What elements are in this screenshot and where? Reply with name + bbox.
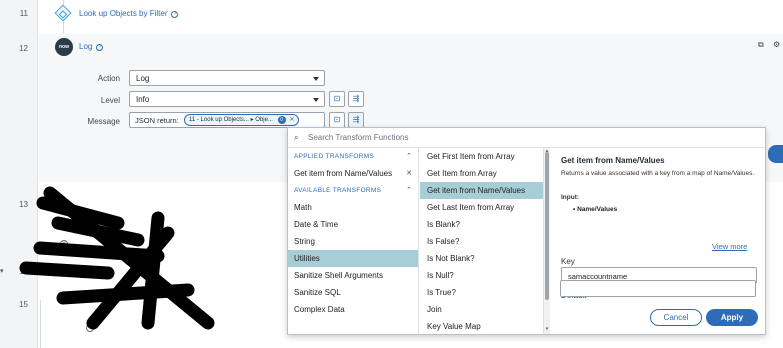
message-field[interactable]: JSON return: 11 - Look up Objects... ▸ O… xyxy=(129,112,325,128)
scribble-stroke xyxy=(51,216,145,247)
data-pill[interactable]: 11 - Look up Objects... ▸ Obje... 0 ✕ xyxy=(184,114,300,126)
default-input-spacer xyxy=(561,301,757,309)
scribble-stroke xyxy=(56,283,195,305)
category-item-date-time[interactable]: Date & Time xyxy=(288,216,418,233)
transform-detail-panel: Get item from Name/Values Returns a valu… xyxy=(545,148,765,334)
row-number-12: 12 xyxy=(19,44,28,53)
category-item-string[interactable]: String xyxy=(288,233,418,250)
message-prefix: JSON return: xyxy=(135,116,179,125)
function-item-selected[interactable]: Get item from Name/Values xyxy=(420,182,543,199)
step-log-title[interactable]: Log? xyxy=(79,42,104,51)
level-select[interactable]: Info xyxy=(129,91,325,107)
transform-count-badge[interactable]: 0 xyxy=(277,116,286,124)
lookup-step-icon xyxy=(54,4,72,22)
now-logo-icon: now xyxy=(55,38,73,56)
transform-icon-active[interactable]: ⇶ xyxy=(348,112,364,128)
transform-search-input[interactable]: ⌕ Search Transform Functions xyxy=(288,128,765,148)
remove-transform-icon[interactable]: ✕ xyxy=(406,169,412,177)
redaction-scribble xyxy=(19,186,215,330)
message-label: Message xyxy=(87,117,120,126)
detail-input-label: Input: xyxy=(561,194,580,201)
remove-pill-icon[interactable]: ✕ xyxy=(289,117,294,123)
function-item[interactable]: Is Null? xyxy=(420,267,543,284)
function-item[interactable]: Join xyxy=(420,301,543,318)
key-label: Key xyxy=(561,257,575,266)
category-item-sanitize-shell[interactable]: Sanitize Shell Arguments xyxy=(288,267,418,284)
cancel-button[interactable]: Cancel xyxy=(650,309,702,326)
scribble-stroke xyxy=(33,241,165,263)
data-pill-picker-icon[interactable]: ⊡ xyxy=(329,91,345,107)
detail-input-item: • Name/Values xyxy=(573,206,618,213)
category-item-math[interactable]: Math xyxy=(288,199,418,216)
view-more-link[interactable]: View more xyxy=(712,242,747,251)
action-select[interactable]: Log xyxy=(129,70,325,86)
step-lookup-title[interactable]: Look up Objects by Filter? xyxy=(79,9,179,18)
function-item[interactable]: Is Not Blank? xyxy=(420,250,543,267)
function-item[interactable]: Is True? xyxy=(420,284,543,301)
transform-functions-column: Get First Item from Array Get Item from … xyxy=(420,148,550,335)
function-item[interactable]: Get Item from Array xyxy=(420,165,543,182)
transform-search-placeholder: Search Transform Functions xyxy=(308,133,409,142)
action-label: Action xyxy=(97,74,120,83)
chevron-up-icon[interactable]: ⌃ xyxy=(406,152,412,160)
scribble-stroke xyxy=(19,261,115,280)
data-pill-text: 11 - Look up Objects... xyxy=(189,117,249,123)
level-label: Level xyxy=(100,96,120,105)
step-lookup-label[interactable]: Look up Objects by Filter xyxy=(79,9,167,18)
function-item[interactable]: Key Value Map xyxy=(420,318,543,335)
applied-transform-label: Get item from Name/Values xyxy=(294,169,393,178)
applied-transform-item[interactable]: Get item from Name/Values xyxy=(288,165,418,182)
step-log-label[interactable]: Log xyxy=(79,42,92,51)
applied-transforms-header: APPLIED TRANSFORMS xyxy=(294,153,375,160)
detail-description: Returns a value associated with a key fr… xyxy=(561,170,755,177)
function-item[interactable]: Get Last Item from Array xyxy=(420,199,543,216)
data-pill-picker-icon[interactable]: ⊡ xyxy=(329,112,345,128)
scribble-stroke xyxy=(141,211,165,330)
chevron-down-icon xyxy=(313,77,319,81)
function-item[interactable]: Is False? xyxy=(420,233,543,250)
settings-icon[interactable]: ⚙ xyxy=(773,40,780,49)
help-icon[interactable]: ? xyxy=(96,44,104,51)
category-item-complex-data[interactable]: Complex Data xyxy=(288,301,418,318)
transform-popover: ⌕ Search Transform Functions APPLIED TRA… xyxy=(287,127,766,335)
detail-input-item-label: Name/Values xyxy=(577,206,618,213)
row-number-11: 11 xyxy=(19,9,28,18)
side-panel-tab[interactable] xyxy=(768,145,783,163)
chevron-down-icon xyxy=(313,98,319,102)
default-input[interactable] xyxy=(560,280,756,297)
function-item[interactable]: Get First Item from Array xyxy=(420,148,543,165)
available-transforms-header: AVAILABLE TRANSFORMS xyxy=(294,187,382,194)
copy-icon[interactable]: ⧉ xyxy=(758,40,764,50)
transform-categories-column: APPLIED TRANSFORMS ⌃ Get item from Name/… xyxy=(288,148,419,334)
category-item-sanitize-sql[interactable]: Sanitize SQL xyxy=(288,284,418,301)
level-value: Info xyxy=(136,95,150,104)
chevron-up-icon[interactable]: ⌃ xyxy=(406,186,412,194)
data-pill-sub: Obje... xyxy=(255,117,273,123)
function-item[interactable]: Is Blank? xyxy=(420,216,543,233)
action-value: Log xyxy=(136,74,150,83)
search-icon: ⌕ xyxy=(294,133,299,142)
apply-button[interactable]: Apply xyxy=(706,309,758,326)
detail-title: Get item from Name/Values xyxy=(561,156,665,165)
help-icon[interactable]: ? xyxy=(171,11,179,18)
category-item-utilities[interactable]: Utilities xyxy=(288,250,418,267)
transform-icon[interactable]: ⇶ xyxy=(348,91,364,107)
